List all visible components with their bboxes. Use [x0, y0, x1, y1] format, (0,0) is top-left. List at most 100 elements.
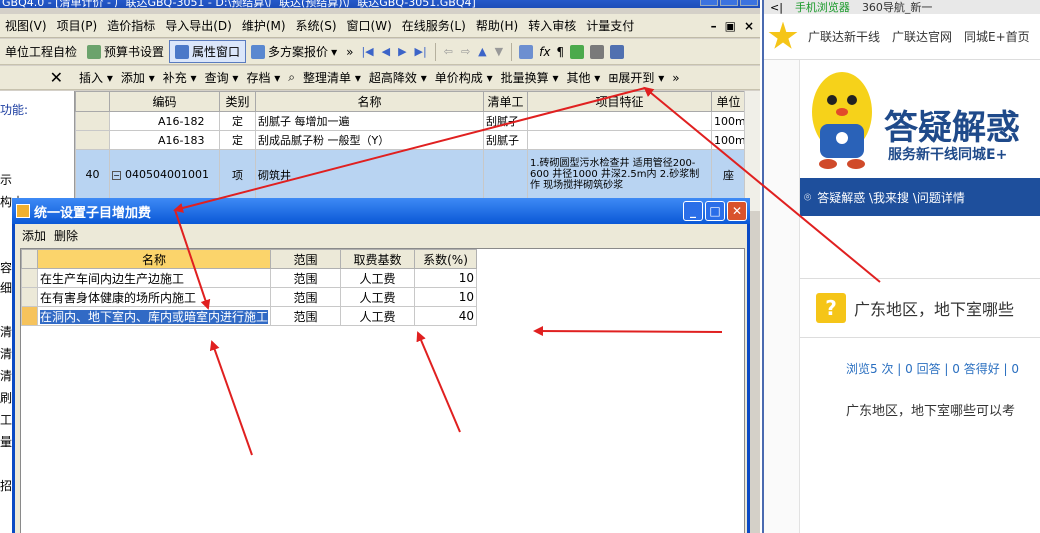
organize-list-menu[interactable]: 整理清单 ▾ [299, 69, 365, 86]
query-menu[interactable]: 查询 ▾ [201, 69, 243, 86]
row-type[interactable]: 项 [219, 149, 256, 200]
add-button[interactable]: 添加 [22, 227, 46, 244]
row-name[interactable]: 在洞内、地下室内、库内或暗室内进行施工 [36, 306, 272, 326]
row-name[interactable]: 刮成品腻子粉 一般型（Y） [255, 130, 484, 150]
menu-transfer-review[interactable]: 转入审核 [523, 17, 581, 34]
table-row-selected[interactable]: 在洞内、地下室内、库内或暗室内进行施工 范围 人工费 40 [21, 306, 478, 326]
menu-online-service[interactable]: 在线服务(L) [397, 17, 471, 34]
menu-import-export[interactable]: 导入导出(D) [160, 17, 237, 34]
unit-price-composition-menu[interactable]: 单价构成 ▾ [431, 69, 497, 86]
supplement-menu[interactable]: 补充 ▾ [159, 69, 201, 86]
fav-link-glodon-newline[interactable]: 广联达新干线 [802, 28, 886, 45]
col-header-base[interactable]: 取费基数 [340, 249, 416, 269]
add-menu[interactable]: 添加 ▾ [117, 69, 159, 86]
binoculars-icon[interactable]: ⌕ [284, 70, 299, 85]
dialog-minimize-icon[interactable]: _ [683, 201, 703, 221]
mdi-minimize-icon[interactable]: – [711, 19, 717, 33]
row-base[interactable]: 人工费 [340, 268, 416, 288]
row-base[interactable]: 人工费 [340, 306, 416, 326]
breadcrumb-text[interactable]: 答疑解惑 \我来搜 \问题详情 [817, 189, 965, 206]
row-name[interactable]: 在有害身体健康的场所内施工 [36, 287, 272, 307]
batch-convert-menu[interactable]: 批量换算 ▾ [497, 69, 563, 86]
overflow-icon[interactable]: » [668, 71, 683, 85]
overflow-icon[interactable]: » [342, 45, 357, 59]
col-header-name[interactable]: 名称 [36, 249, 272, 269]
left-fragment[interactable]: 容 [0, 259, 12, 276]
left-fragment[interactable]: 示 [0, 171, 12, 188]
table-row[interactable]: A16-182 定 刮腻子 每增加一遍 刮腻子 100m2 [75, 111, 746, 131]
row-feature[interactable]: 1.砖砌圆型污水检查井 适用管径200-600 井径1000 井深2.5m内 2… [527, 149, 712, 200]
expand-to-menu[interactable]: ⊞展开到 ▾ [604, 69, 668, 86]
table-row-selected[interactable]: 40 −040504001001 项 砌筑井 1.砖砌圆型污水检查井 适用管径2… [75, 149, 746, 200]
row-feature[interactable] [527, 111, 712, 131]
tab-mobile-browser[interactable]: 手机浏览器 [789, 0, 856, 15]
minimize-button[interactable] [700, 0, 718, 6]
row-coef[interactable]: 10 [414, 268, 478, 288]
left-fragment[interactable]: 量 [0, 433, 12, 450]
row-name[interactable]: 在生产车间内边生产边施工 [36, 268, 272, 288]
calculator-icon[interactable] [519, 44, 534, 59]
last-record-icon[interactable]: ▶| [411, 45, 431, 58]
table-row[interactable]: A16-183 定 刮成品腻子粉 一般型（Y） 刮腻子 100m2 [75, 130, 746, 150]
insert-menu[interactable]: 插入 ▾ [75, 69, 117, 86]
dialog-maximize-icon[interactable]: □ [705, 201, 725, 221]
other-menu[interactable]: 其他 ▾ [562, 69, 604, 86]
menu-view[interactable]: 视图(V) [0, 17, 52, 34]
menu-system[interactable]: 系统(S) [291, 17, 342, 34]
menu-window[interactable]: 窗口(W) [342, 17, 397, 34]
star-icon[interactable] [768, 21, 798, 49]
left-fragment[interactable]: 招 [0, 477, 12, 494]
row-code[interactable]: A16-182 [109, 111, 220, 131]
close-panel-icon[interactable]: ✕ [0, 68, 75, 87]
row-type[interactable]: 定 [219, 111, 256, 131]
collapse-icon[interactable]: − [112, 171, 121, 180]
row-name[interactable]: 刮腻子 每增加一遍 [255, 111, 484, 131]
height-reduction-menu[interactable]: 超高降效 ▾ [365, 69, 431, 86]
dialog-titlebar[interactable]: 统一设置子目增加费 _ □ ✕ [12, 198, 750, 224]
row-qty[interactable]: 刮腻子 [483, 130, 528, 150]
row-range[interactable]: 范围 [270, 306, 342, 326]
arrow-down-icon[interactable]: ▼ [491, 45, 507, 58]
row-code[interactable]: A16-183 [109, 130, 220, 150]
close-button[interactable] [740, 0, 758, 6]
question-title[interactable]: 广东地区，地下室哪些 [854, 296, 1014, 320]
col-header-coef[interactable]: 系数(%) [414, 249, 478, 269]
col-header-qty[interactable]: 清单工 [483, 91, 528, 112]
dialog-close-icon[interactable]: ✕ [727, 201, 747, 221]
tab-360-nav[interactable]: 360导航_新一 [856, 0, 939, 15]
cube-icon[interactable] [570, 44, 585, 59]
menu-cost-index[interactable]: 造价指标 [102, 17, 160, 34]
back-icon[interactable]: <| [764, 1, 789, 14]
fav-link-glodon-official[interactable]: 广联达官网 [886, 28, 958, 45]
printer-icon[interactable] [590, 44, 605, 59]
row-base[interactable]: 人工费 [340, 287, 416, 307]
archive-menu[interactable]: 存档 ▾ [242, 69, 284, 86]
row-range[interactable]: 范围 [270, 268, 342, 288]
budget-settings-button[interactable]: 预算书设置 [82, 41, 169, 62]
multi-plan-quote-button[interactable]: 多方案报价 ▾ [246, 41, 342, 62]
question-stats[interactable]: 浏览5 次 | 0 回答 | 0 答得好 | 0 [846, 360, 1019, 377]
menu-measure-pay[interactable]: 计量支付 [581, 17, 639, 34]
grid-icon[interactable] [610, 44, 625, 59]
row-range[interactable]: 范围 [270, 287, 342, 307]
fav-link-tongcheng-home[interactable]: 同城E+首页 [958, 28, 1036, 45]
arrow-left-icon[interactable]: ⇦ [440, 45, 457, 58]
row-type[interactable]: 定 [219, 130, 256, 150]
grid-vertical-scrollbar[interactable] [744, 91, 760, 211]
col-header-unit[interactable]: 单位 [711, 91, 746, 112]
row-unit[interactable]: 座 [711, 149, 746, 200]
row-code[interactable]: −040504001001 [109, 149, 220, 200]
unit-self-check-button[interactable]: 单位工程自检 [0, 41, 82, 62]
prev-record-icon[interactable]: ◀ [378, 45, 394, 58]
arrow-up-icon[interactable]: ▲ [474, 45, 490, 58]
arrow-right-icon[interactable]: ⇨ [457, 45, 474, 58]
maximize-button[interactable] [720, 0, 738, 6]
col-header-type[interactable]: 类别 [219, 91, 256, 112]
menu-project[interactable]: 项目(P) [52, 17, 103, 34]
property-window-button[interactable]: 属性窗口 [169, 40, 247, 63]
row-name[interactable]: 砌筑井 [255, 149, 484, 200]
row-feature[interactable] [527, 130, 712, 150]
row-coef[interactable]: 10 [414, 287, 478, 307]
mdi-close-icon[interactable]: × [744, 19, 754, 33]
paragraph-icon[interactable]: ¶ [553, 45, 567, 59]
